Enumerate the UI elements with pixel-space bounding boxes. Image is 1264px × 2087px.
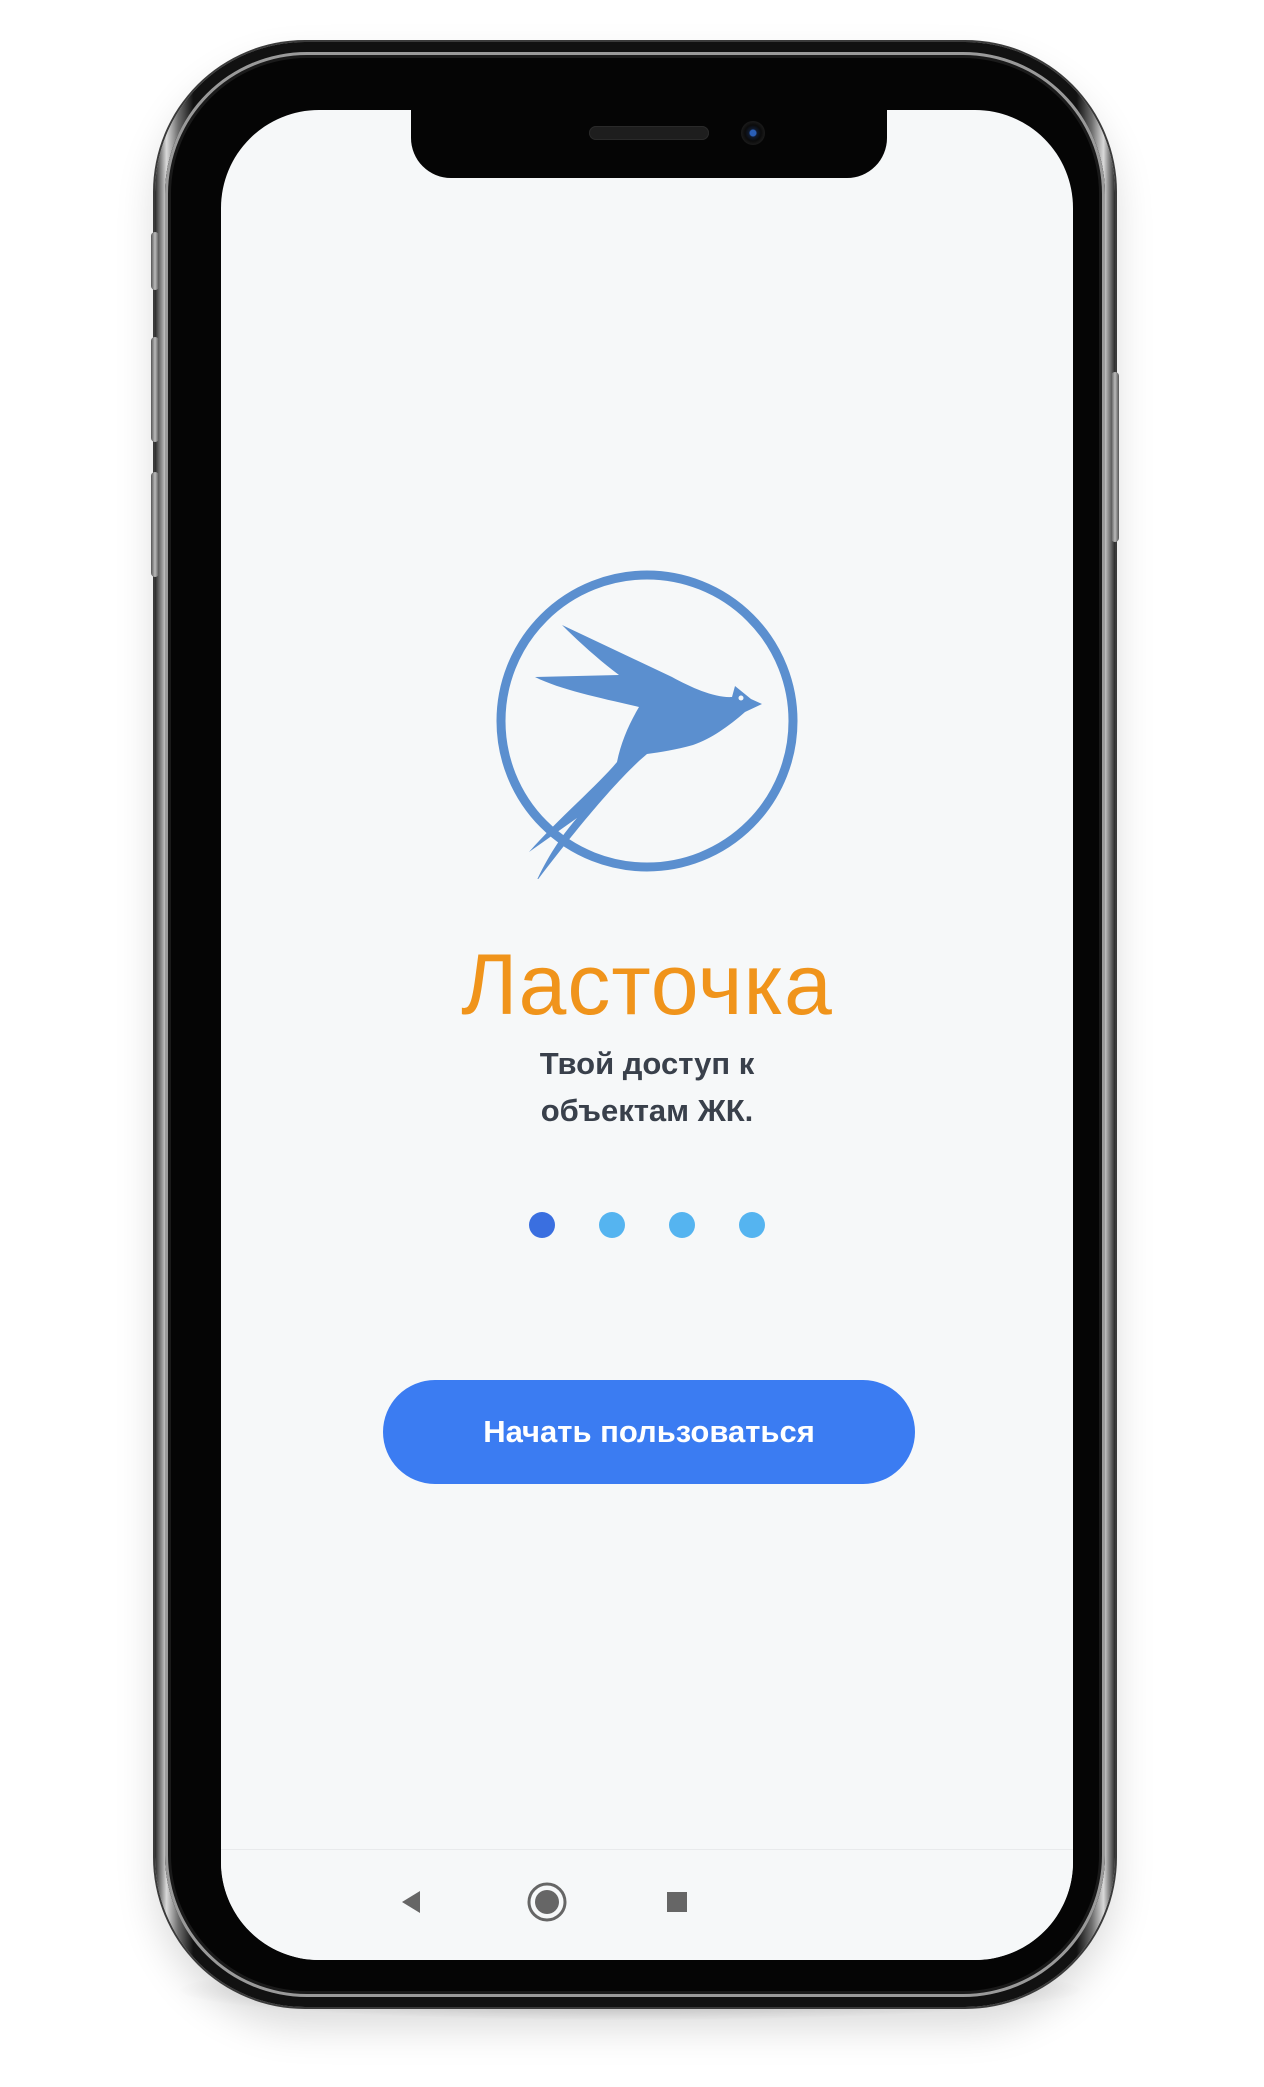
back-button[interactable] — [381, 1872, 441, 1932]
brand-title: Ласточка — [461, 937, 833, 1033]
tagline: Твой доступ к объектам ЖК. — [221, 1040, 1073, 1134]
page-dot-1[interactable] — [529, 1212, 555, 1238]
phone-bezel: Ласточка Твой доступ к объектам ЖК. Нача… — [165, 52, 1105, 1997]
tagline-line-2: объектам ЖК. — [540, 1093, 754, 1128]
system-navigation-bar — [221, 1849, 1073, 1960]
page-indicator — [221, 1212, 1073, 1238]
volume-down-button — [151, 472, 159, 577]
front-camera — [741, 121, 765, 145]
swallow-eye — [738, 695, 744, 701]
swallow-logo-icon — [496, 570, 798, 879]
app-screen: Ласточка Твой доступ к объектам ЖК. Нача… — [221, 110, 1073, 1960]
page-dot-4[interactable] — [739, 1212, 765, 1238]
home-button[interactable] — [517, 1872, 577, 1932]
home-circle-icon — [527, 1882, 567, 1922]
power-button — [1111, 372, 1119, 542]
start-using-button[interactable]: Начать пользоваться — [383, 1380, 915, 1484]
notch — [411, 110, 887, 178]
earpiece-speaker — [589, 126, 709, 140]
page-dot-2[interactable] — [599, 1212, 625, 1238]
page-dot-3[interactable] — [669, 1212, 695, 1238]
back-triangle-icon — [402, 1891, 420, 1913]
tagline-line-1: Твой доступ к — [539, 1046, 755, 1081]
recents-square-icon — [667, 1892, 687, 1912]
recents-button[interactable] — [647, 1872, 707, 1932]
mute-switch — [151, 232, 159, 290]
phone-frame: Ласточка Твой доступ к объектам ЖК. Нача… — [151, 42, 1119, 2007]
volume-up-button — [151, 337, 159, 442]
